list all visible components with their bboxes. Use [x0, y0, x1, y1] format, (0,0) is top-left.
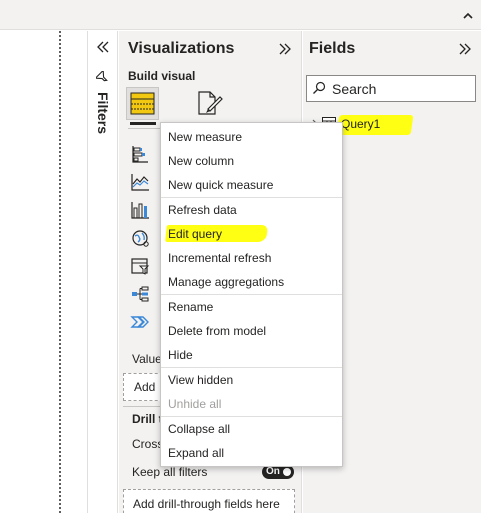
menu-item-refresh-data[interactable]: Refresh data — [168, 203, 237, 217]
double-chevron-right-icon[interactable] — [278, 42, 292, 56]
table-name[interactable]: Query1 — [341, 117, 380, 131]
canvas-page-border — [59, 31, 61, 513]
drill-through-section-label: Drill t — [132, 412, 163, 426]
search-input[interactable] — [332, 79, 472, 98]
build-visual-label: Build visual — [128, 69, 196, 83]
selected-indicator — [130, 122, 156, 125]
menu-separator — [161, 294, 342, 295]
menu-item-collapse-all[interactable]: Collapse all — [168, 422, 230, 436]
power-automate-icon[interactable] — [130, 312, 150, 332]
table-visual-icon — [130, 92, 155, 115]
menu-item-incremental-refresh[interactable]: Incremental refresh — [168, 251, 271, 265]
menu-separator — [161, 416, 342, 417]
menu-separator — [161, 367, 342, 368]
values-section-label: Value — [132, 352, 162, 366]
funnel-icon[interactable] — [96, 71, 109, 84]
ribbon-bar — [0, 0, 481, 30]
menu-item-unhide-all: Unhide all — [168, 397, 222, 411]
keep-all-filters-label: Keep all filters — [132, 465, 208, 479]
menu-item-hide[interactable]: Hide — [168, 348, 193, 362]
toggle-state-label: On — [266, 466, 280, 477]
toggle-knob — [283, 468, 291, 476]
menu-item-new-column[interactable]: New column — [168, 154, 234, 168]
fields-title: Fields — [309, 40, 356, 57]
menu-item-delete-from-model[interactable]: Delete from model — [168, 324, 266, 338]
slicer-icon[interactable] — [130, 256, 150, 276]
menu-item-new-measure[interactable]: New measure — [168, 130, 242, 144]
paintbrush-page-icon[interactable] — [194, 89, 224, 117]
menu-item-rename[interactable]: Rename — [168, 300, 213, 314]
menu-separator — [161, 197, 342, 198]
cross-report-label: Cross — [132, 437, 164, 451]
globe-map-icon[interactable] — [130, 228, 150, 248]
ribbon-chart-icon[interactable] — [130, 200, 150, 220]
menu-item-new-quick-measure[interactable]: New quick measure — [168, 178, 273, 192]
double-chevron-right-icon[interactable] — [458, 42, 472, 56]
values-drop-zone-label: Add — [134, 380, 156, 394]
menu-item-manage-aggregations[interactable]: Manage aggregations — [168, 275, 284, 289]
filters-pane-label[interactable]: Filters — [91, 92, 115, 152]
line-chart-icon[interactable] — [130, 172, 150, 192]
search-icon — [313, 81, 326, 94]
chevron-up-icon[interactable] — [461, 9, 475, 23]
drill-through-drop-zone-label: Add drill-through fields here — [133, 497, 280, 511]
menu-item-expand-all[interactable]: Expand all — [168, 446, 224, 460]
decomposition-tree-icon[interactable] — [130, 284, 150, 304]
menu-item-view-hidden[interactable]: View hidden — [168, 373, 233, 387]
build-visual-button[interactable] — [126, 87, 159, 120]
visualizations-title: Visualizations — [128, 40, 235, 57]
menu-item-edit-query[interactable]: Edit query — [168, 227, 222, 241]
double-chevron-left-icon[interactable] — [96, 40, 110, 54]
report-canvas[interactable] — [0, 31, 87, 513]
stacked-bar-chart-icon[interactable] — [130, 144, 150, 164]
